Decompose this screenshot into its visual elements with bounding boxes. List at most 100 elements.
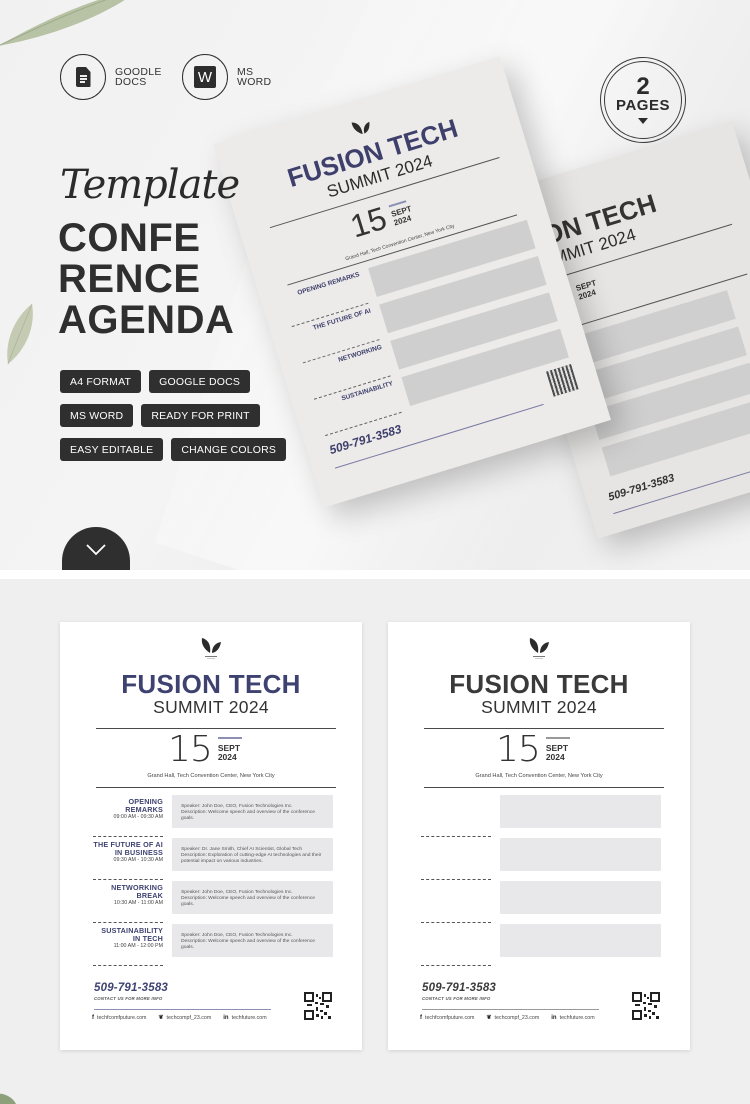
agenda-item-empty xyxy=(421,881,661,923)
twitter-icon: ❦ xyxy=(158,1015,164,1021)
agenda-details: Speaker: John Doe, CEO, Fusion Technolog… xyxy=(172,881,333,914)
google-docs-icon xyxy=(60,54,106,100)
agenda-item: NETWORKING BREAK 10:30 AM - 11:00 AM Spe… xyxy=(93,881,333,923)
twitter-icon: ❦ xyxy=(486,1015,492,1021)
social-text: techfcomfputure.com xyxy=(425,1014,475,1021)
leaf-logo-icon xyxy=(201,638,221,659)
agenda-details-empty xyxy=(500,881,661,914)
agenda-time: 10:30 AM - 11:00 AM xyxy=(113,900,163,906)
agenda-title: IN TECH xyxy=(132,934,163,943)
scroll-down-button[interactable] xyxy=(62,527,130,570)
agenda-details-empty xyxy=(500,924,661,957)
agenda-item: SUSTAINABILITY IN TECH 11:00 AM - 12:00 … xyxy=(93,924,333,966)
leaf-logo-icon xyxy=(529,638,549,659)
agenda-item: THE FUTURE OF AI IN BUSINESS 09:30 AM - … xyxy=(93,838,333,880)
leaf-logo-icon xyxy=(351,121,370,135)
agenda-description: Description: Welcome speech and overview… xyxy=(181,939,315,951)
event-date: 15 SEPT 2024 xyxy=(168,731,242,769)
agenda-description: Description: Welcome speech and overview… xyxy=(181,896,315,908)
dashed-divider xyxy=(421,965,491,966)
ms-word-icon: W xyxy=(182,54,228,100)
agenda-details: Speaker: Dr. Jane Smith, Chief AI Scient… xyxy=(172,838,333,871)
mockup-day: 15 xyxy=(346,199,391,245)
script-subtitle: Template xyxy=(60,162,240,208)
agenda-title: IN BUSINESS xyxy=(114,848,163,857)
divider xyxy=(96,728,336,729)
dashed-divider xyxy=(93,836,163,837)
event-title: FUSION TECH xyxy=(449,669,629,699)
event-venue: Grand Hall, Tech Convention Center, New … xyxy=(475,773,603,779)
agenda-details: Speaker: John Doe, CEO, Fusion Technolog… xyxy=(172,924,333,957)
facebook-icon: f xyxy=(420,1014,422,1021)
social-text: techfuture.com xyxy=(559,1014,595,1021)
agenda-item: OPENING REMARKS 09:00 AM - 09:30 AM Spea… xyxy=(93,795,333,837)
event-year: 2024 xyxy=(545,752,565,762)
contact-label: CONTACT US FOR MORE INFO xyxy=(94,996,163,1001)
event-title: FUSION TECH xyxy=(121,669,301,699)
footer-divider xyxy=(94,1009,271,1010)
leaf-decoration-icon xyxy=(0,1093,16,1104)
facebook-icon: f xyxy=(92,1014,94,1021)
social-link-linkedin[interactable]: in techfuture.com xyxy=(223,1015,266,1021)
social-links: f techfcomfputure.com ❦ techcompf_23.com… xyxy=(92,1014,267,1022)
event-subtitle: SUMMIT 2024 xyxy=(481,697,597,717)
contact-label: CONTACT US FOR MORE INFO xyxy=(422,996,491,1001)
hero-title: CONFE RENCE AGENDA xyxy=(58,218,234,341)
caret-down-icon xyxy=(638,118,648,124)
event-year: 2024 xyxy=(217,752,237,762)
social-links: f techfcomfputure.com ❦ techcompf_23.com… xyxy=(420,1014,595,1022)
agenda-item-empty xyxy=(421,924,661,966)
contact-phone: 509-791-3583 xyxy=(422,982,497,994)
format-label-line: WORD xyxy=(237,76,272,88)
feature-tag: EASY EDITABLE xyxy=(60,438,164,461)
social-text: techcompf_23.com xyxy=(494,1014,540,1021)
contact-phone: 509-791-3583 xyxy=(94,982,169,994)
dashed-divider xyxy=(93,922,163,923)
template-page-filled: FUSION TECH SUMMIT 2024 15 SEPT 2024 Gra… xyxy=(60,622,362,1050)
footer-divider xyxy=(422,1009,599,1010)
event-day: 15 xyxy=(496,729,541,770)
event-subtitle: SUMMIT 2024 xyxy=(153,697,269,717)
event-day: 15 xyxy=(168,729,213,770)
feature-tag: READY FOR PRINT xyxy=(141,404,260,427)
pages-number: 2 xyxy=(636,73,650,100)
agenda-details-empty xyxy=(500,795,661,828)
social-text: techfuture.com xyxy=(231,1014,267,1021)
social-link-linkedin[interactable]: in techfuture.com xyxy=(551,1015,594,1021)
dashed-divider xyxy=(421,922,491,923)
agenda-description: Description: Exploration of cutting-edge… xyxy=(181,853,322,865)
dashed-divider xyxy=(93,879,163,880)
social-link-twitter[interactable]: ❦ techcompf_23.com xyxy=(158,1014,212,1022)
dashed-divider xyxy=(421,879,491,880)
agenda-details-empty xyxy=(500,838,661,871)
feature-tag: GOOGLE DOCS xyxy=(149,370,251,393)
feature-tag: A4 FORMAT xyxy=(60,370,142,393)
template-page-blank: FUSION TECH SUMMIT 2024 15 SEPT 2024 Gra… xyxy=(388,622,690,1050)
agenda-time: 11:00 AM - 12:00 PM xyxy=(113,943,163,949)
qr-code-icon xyxy=(304,992,332,1020)
divider xyxy=(96,787,336,788)
divider xyxy=(424,787,664,788)
linkedin-icon: in xyxy=(223,1014,229,1021)
agenda-title: BREAK xyxy=(136,891,163,900)
chevron-down-icon xyxy=(86,543,106,555)
dashed-divider xyxy=(93,965,163,966)
hero-title-line: RENCE xyxy=(58,257,201,301)
agenda-title: OPENING REMARKS xyxy=(125,797,163,814)
social-link-facebook[interactable]: f techfcomfputure.com xyxy=(92,1015,146,1021)
social-text: techfcomfputure.com xyxy=(97,1014,147,1021)
pages-count-badge: 2 PAGES xyxy=(600,57,686,143)
leaf-decoration-icon xyxy=(0,0,125,46)
qr-code-icon xyxy=(546,364,579,397)
feature-tag: CHANGE COLORS xyxy=(171,438,287,461)
hero-banner: GOODLE DOCS W MS WORD FUSION TECH SUMMIT… xyxy=(0,0,750,570)
divider xyxy=(424,728,664,729)
social-text: techcompf_23.com xyxy=(166,1014,212,1021)
dashed-divider xyxy=(421,836,491,837)
social-link-twitter[interactable]: ❦ techcompf_23.com xyxy=(486,1014,540,1022)
format-badge-ms-word: W MS WORD xyxy=(182,54,271,100)
social-link-facebook[interactable]: f techfcomfputure.com xyxy=(420,1015,474,1021)
agenda-description: Description: Welcome speech and overview… xyxy=(181,810,315,822)
leaf-decoration-icon xyxy=(7,303,33,365)
section-divider xyxy=(0,570,750,579)
